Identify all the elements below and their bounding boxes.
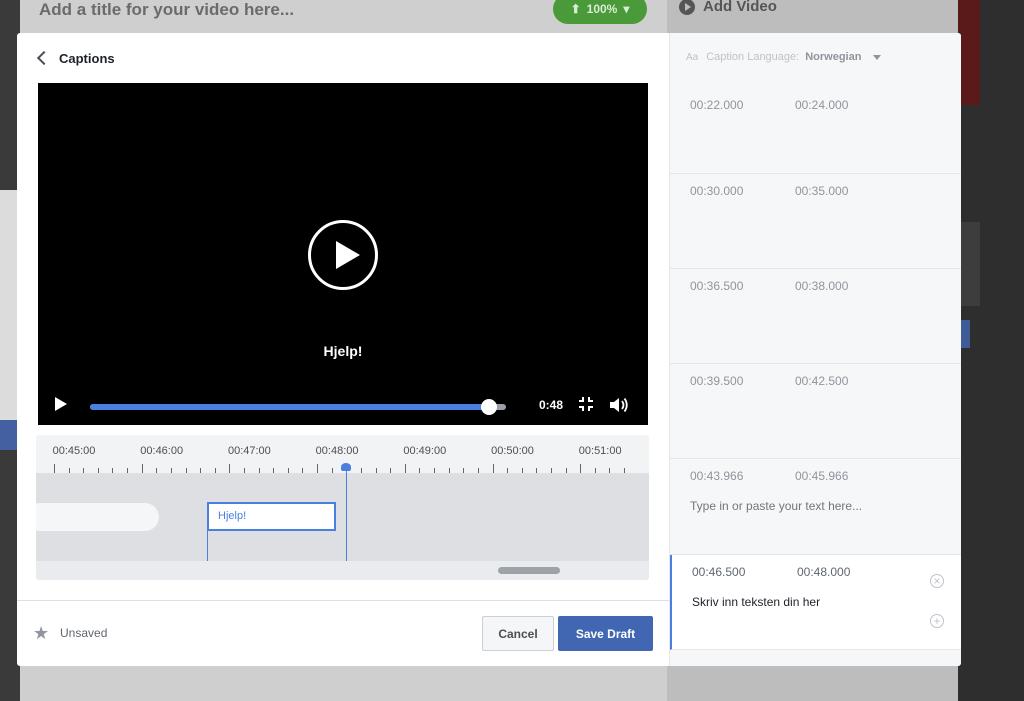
back-arrow-icon[interactable] [37,51,47,65]
ruler-tick [141,464,143,473]
caption-cue[interactable]: 00:22.000 00:24.000 [670,88,961,174]
caption-language-dropdown[interactable]: Aa Caption Language: Norwegian [686,51,882,63]
upload-progress-button: ⬆ 100% ▾ [553,0,647,24]
fullscreen-icon[interactable] [579,397,593,411]
cue-start-time[interactable]: 00:30.000 [690,184,743,198]
modal-title: Captions [59,50,115,66]
ruler-tick [580,464,582,473]
progress-fill [90,404,490,410]
play-circle-icon [679,0,695,15]
captions-editor: Captions Hjelp! 0:48 00:45:00 00:46:00 0… [17,33,669,666]
chevron-down-icon: ▾ [623,2,630,16]
ruler-tick [317,464,319,473]
caption-cue[interactable]: 00:36.500 00:38.000 [670,269,961,364]
upload-icon: ⬆ [570,2,581,16]
remove-cue-icon[interactable]: × [930,574,944,588]
ruler-tick-label: 00:49:00 [403,445,447,457]
progress-handle[interactable] [481,399,498,415]
cue-start-time[interactable]: 00:36.500 [690,279,743,293]
play-icon[interactable] [55,397,67,411]
cue-start-time[interactable]: 00:39.500 [690,374,743,388]
ruler-tick-label: 00:46:00 [140,445,184,457]
add-video-label: Add Video [703,0,777,15]
background-red-strip [958,0,980,105]
ruler-tick [229,464,231,473]
modal-footer: ★ Unsaved Cancel Save Draft [17,600,669,666]
save-draft-button[interactable]: Save Draft [558,616,653,651]
caption-cue[interactable]: 00:39.500 00:42.500 [670,364,961,459]
captions-modal: Captions Hjelp! 0:48 00:45:00 00:46:00 0… [17,33,961,666]
ruler-tick-label: 00:50:00 [491,445,534,457]
background-side-block [958,222,980,306]
background-far-right [958,0,1024,701]
ruler-tick-label: 00:51:00 [578,445,622,457]
add-video-header: Add Video [679,0,777,15]
video-player[interactable]: Hjelp! 0:48 [38,83,648,425]
caption-track[interactable]: Hjelp! [36,473,649,561]
cue-end-time[interactable]: 00:35.000 [795,184,848,198]
cue-start-time[interactable]: 00:46.500 [692,565,745,579]
star-icon: ★ [33,623,50,643]
add-cue-icon[interactable]: + [930,614,944,628]
cue-text[interactable]: Skriv inn teksten din her [692,595,892,609]
cue-end-time[interactable]: 00:48.000 [797,565,850,579]
cue-end-time[interactable]: 00:45.966 [795,469,848,483]
ruler-tick-label: 00:48:00 [315,445,359,457]
timeline-scrollbar[interactable] [498,567,560,574]
caption-language-value: Norwegian [805,51,862,63]
segment-start-marker [207,531,208,561]
ruler-tick-label: 00:47:00 [227,445,271,457]
caption-overlay: Hjelp! [323,343,363,359]
cue-end-time[interactable]: 00:42.500 [795,374,848,388]
ruler-tick [492,464,494,473]
playhead-handle[interactable] [341,463,351,471]
upload-progress-value: 100% [586,2,618,16]
caret-down-icon [873,54,882,60]
volume-icon[interactable] [608,396,630,414]
caption-list-panel: Aa Caption Language: Norwegian 00:22.000 … [669,33,961,666]
caption-cue[interactable]: 00:43.966 00:45.966 [670,459,961,555]
progress-bar[interactable] [90,399,506,415]
ruler-tick-label: 00:45:00 [52,445,96,457]
playhead-line [346,467,347,561]
caption-cue[interactable]: 00:30.000 00:35.000 [670,174,961,269]
cue-start-time[interactable]: 00:43.966 [690,469,743,483]
cue-text-input[interactable] [690,499,890,513]
caption-language-label: Caption Language: [706,51,800,63]
font-aa-icon: Aa [686,51,699,63]
cue-start-time[interactable]: 00:22.000 [690,98,743,112]
caption-segment-current[interactable]: Hjelp! [207,502,336,531]
caption-cue-active[interactable]: 00:46.500 00:48.000 × Skriv inn teksten … [670,555,961,650]
ruler-tick [54,464,55,473]
background-video-title: Add a title for your video here... [39,0,295,19]
cue-end-time[interactable]: 00:24.000 [795,98,848,112]
current-time: 0:48 [539,398,564,412]
cancel-button[interactable]: Cancel [482,616,554,651]
player-controls: 0:48 [38,391,648,419]
caption-segment-previous[interactable] [36,503,159,531]
play-overlay-button[interactable] [308,220,378,290]
modal-header: Captions [37,47,115,69]
ruler-tick [404,464,406,473]
save-status: Unsaved [60,626,108,640]
caption-timeline[interactable]: 00:45:00 00:46:00 00:47:00 00:48:00 00:49:00… [36,435,649,580]
cue-end-time[interactable]: 00:38.000 [795,279,848,293]
